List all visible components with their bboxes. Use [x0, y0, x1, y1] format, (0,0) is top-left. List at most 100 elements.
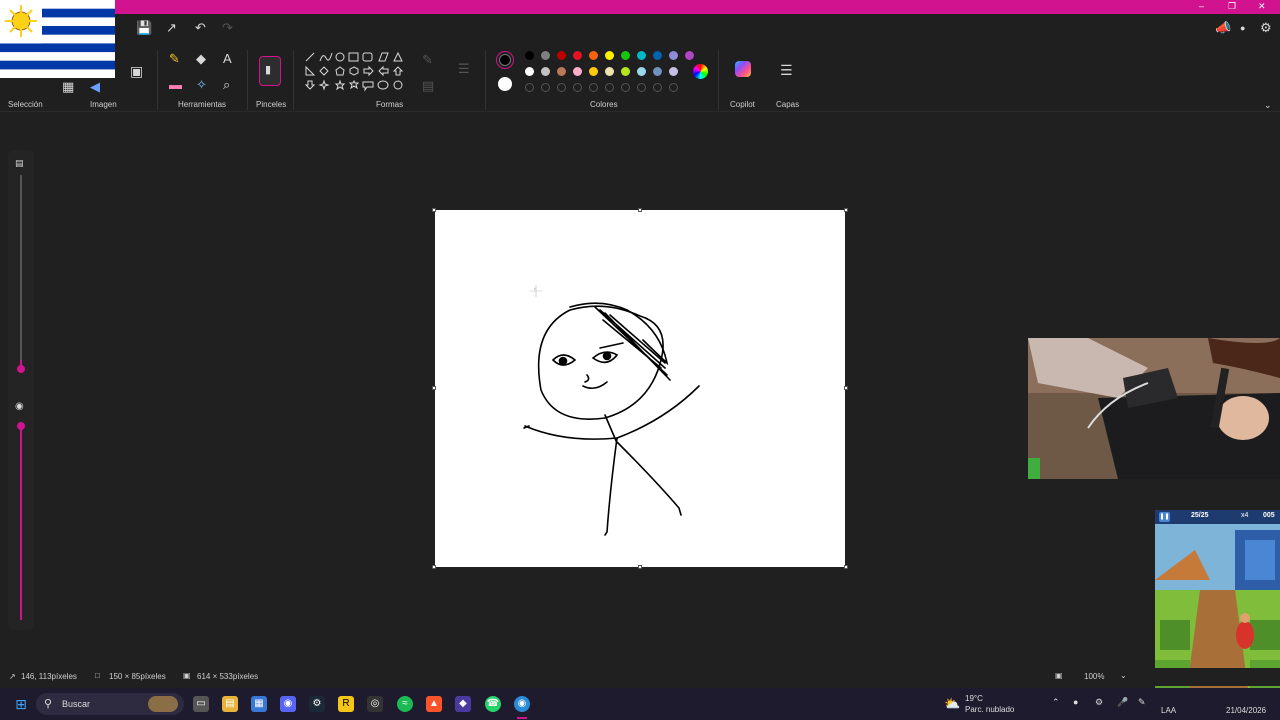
restore-button[interactable]: ❐ — [1228, 1, 1236, 12]
weather-description[interactable]: Parc. nublado — [965, 705, 1014, 714]
account-icon[interactable]: ● — [1240, 21, 1245, 35]
group-colores[interactable]: Colores — [590, 100, 618, 109]
color-swatch[interactable] — [637, 67, 646, 76]
magnifier-icon[interactable]: ⌕ — [223, 78, 230, 92]
custom-color-slot[interactable] — [605, 83, 614, 92]
group-herramientas[interactable]: Herramientas — [178, 100, 226, 109]
group-imagen[interactable]: Imagen — [90, 100, 117, 109]
brush-button[interactable]: ▮ — [259, 56, 281, 86]
color-swatch[interactable] — [589, 67, 598, 76]
custom-color-slot[interactable] — [653, 83, 662, 92]
layers-icon[interactable]: ☰ — [780, 63, 793, 77]
color-swatch[interactable] — [589, 51, 598, 60]
color-swatch[interactable] — [573, 67, 582, 76]
pause-icon[interactable]: ❚❚ — [1159, 512, 1170, 522]
custom-color-slot[interactable] — [525, 83, 534, 92]
windows-start-icon[interactable]: ⊞ — [13, 696, 29, 712]
steam-tray-icon[interactable]: ⚙ — [1095, 697, 1103, 708]
drawing-canvas[interactable] — [435, 210, 845, 567]
resize-handle[interactable] — [432, 386, 436, 390]
group-seleccion[interactable]: Selección — [8, 100, 43, 109]
color-swatch[interactable] — [621, 67, 630, 76]
custom-color-slot[interactable] — [541, 83, 550, 92]
weather-temp[interactable]: 19°C — [965, 694, 983, 703]
chevron-down-icon[interactable]: ⌄ — [1264, 98, 1272, 112]
fit-to-window-icon[interactable]: ▣ — [1055, 671, 1063, 680]
whatsapp-icon[interactable]: ☎ — [485, 696, 501, 712]
text-tool-icon[interactable]: A — [223, 52, 232, 66]
color-swatch[interactable] — [669, 67, 678, 76]
close-button[interactable]: ✕ — [1258, 1, 1266, 12]
app-icon[interactable]: ◆ — [455, 696, 471, 712]
share-icon[interactable]: ↗ — [166, 21, 177, 35]
color-swatch[interactable] — [653, 67, 662, 76]
image-select-icon[interactable]: ▣ — [130, 64, 143, 78]
color-swatch[interactable] — [637, 51, 646, 60]
zoom-dropdown-icon[interactable]: ⌄ — [1120, 671, 1127, 680]
color-swatch[interactable] — [685, 51, 694, 60]
shapes-gallery[interactable] — [303, 50, 407, 96]
resize-handle[interactable] — [844, 208, 848, 212]
microphone-icon[interactable]: 🎤 — [1117, 697, 1128, 708]
copilot-icon[interactable] — [735, 61, 751, 77]
resize-handle[interactable] — [638, 208, 642, 212]
pencil-icon[interactable]: ✎ — [169, 52, 180, 66]
edit-colors-icon[interactable] — [693, 64, 708, 79]
color-swatch[interactable] — [525, 67, 534, 76]
color-swatch[interactable] — [669, 51, 678, 60]
custom-color-slot[interactable] — [573, 83, 582, 92]
color-swatch[interactable] — [541, 51, 550, 60]
group-capas[interactable]: Capas — [776, 100, 799, 109]
outline-icon[interactable]: ✎ — [422, 53, 433, 67]
secondary-color[interactable] — [498, 77, 512, 91]
obs-icon[interactable]: ◎ — [367, 696, 383, 712]
resize-handle[interactable] — [844, 386, 848, 390]
crop-icon[interactable]: ▦ — [62, 80, 74, 94]
opacity-slider-track[interactable] — [20, 425, 22, 620]
color-swatch[interactable] — [605, 51, 614, 60]
weather-icon[interactable]: ⛅ — [944, 696, 960, 712]
pen-icon[interactable]: ✎ — [1138, 697, 1146, 708]
rockstar-icon[interactable]: R — [338, 696, 354, 712]
group-copilot[interactable]: Copilot — [730, 100, 755, 109]
discord-icon[interactable]: ◉ — [280, 696, 296, 712]
paint-icon[interactable]: ◉ — [514, 696, 530, 712]
size-slider-track[interactable] — [20, 175, 22, 365]
size-slider-thumb[interactable] — [17, 365, 25, 373]
spotify-icon[interactable]: ≈ — [397, 696, 413, 712]
announcement-icon[interactable]: 📣 — [1215, 21, 1231, 35]
color-swatch[interactable] — [525, 51, 534, 60]
custom-color-slot[interactable] — [637, 83, 646, 92]
color-swatch[interactable] — [605, 67, 614, 76]
rotate-icon[interactable]: ◀ — [90, 80, 100, 94]
resize-handle[interactable] — [844, 565, 848, 569]
tray-overflow-icon[interactable]: ⌃ — [1052, 697, 1060, 708]
stroke-size-icon[interactable]: ☰ — [458, 62, 470, 76]
custom-color-slot[interactable] — [621, 83, 630, 92]
steam-icon[interactable]: ⚙ — [309, 696, 325, 712]
brave-icon[interactable]: ▲ — [426, 696, 442, 712]
redo-icon[interactable]: ↷ — [222, 21, 233, 35]
color-swatch[interactable] — [621, 51, 630, 60]
tray-app-icon[interactable]: ● — [1073, 697, 1078, 707]
eraser-icon[interactable]: ▬ — [169, 78, 182, 92]
language-indicator[interactable]: LAA — [1161, 706, 1176, 715]
color-swatch[interactable] — [653, 51, 662, 60]
custom-color-slot[interactable] — [669, 83, 678, 92]
shape-fill-icon[interactable]: ▤ — [422, 79, 434, 93]
color-swatch[interactable] — [541, 67, 550, 76]
custom-color-slot[interactable] — [557, 83, 566, 92]
store-icon[interactable]: ▦ — [251, 696, 267, 712]
file-explorer-icon[interactable]: ▤ — [222, 696, 238, 712]
minimize-button[interactable]: – — [1199, 1, 1204, 11]
primary-color[interactable] — [496, 51, 514, 69]
group-pinceles[interactable]: Pinceles — [256, 100, 286, 109]
fill-icon[interactable]: ◆ — [196, 52, 206, 66]
color-picker-icon[interactable]: ✧ — [196, 78, 207, 92]
resize-handle[interactable] — [432, 208, 436, 212]
task-view-icon[interactable]: ▭ — [193, 696, 209, 712]
save-icon[interactable]: 💾 — [136, 21, 152, 35]
group-formas[interactable]: Formas — [376, 100, 403, 109]
color-swatch[interactable] — [557, 67, 566, 76]
resize-handle[interactable] — [638, 565, 642, 569]
